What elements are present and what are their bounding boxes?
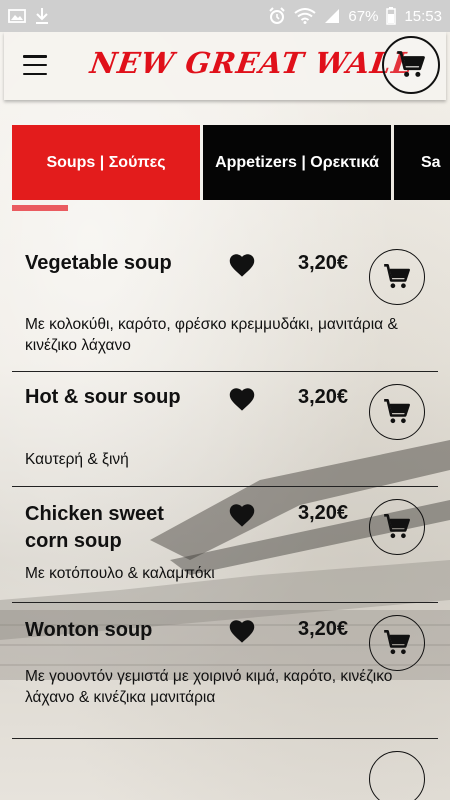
- cart-icon: [384, 264, 410, 289]
- menu-item-chicken-sweet-corn-soup[interactable]: Chicken sweet corn soup 3,20€ Με κοτόπου…: [12, 487, 438, 603]
- restaurant-logo: NEW GREAT WALL: [88, 46, 416, 80]
- wifi-icon: [294, 8, 317, 24]
- cart-icon: [397, 51, 425, 77]
- battery-icon: [386, 7, 397, 25]
- tab-salads[interactable]: Sa: [394, 125, 450, 200]
- menu-item-hot-sour-soup[interactable]: Hot & sour soup 3,20€ Καυτερή & ξινή: [12, 372, 438, 487]
- item-description: Με γουοντόν γεμιστά με χοιρινό κιμά, καρ…: [25, 668, 393, 706]
- favorite-heart-icon[interactable]: [228, 502, 256, 528]
- item-name-line-1: Chicken sweet: [25, 503, 164, 525]
- tab-appetizers[interactable]: Appetizers | Ορεκτικά: [203, 125, 391, 200]
- item-price: 3,20€: [298, 252, 349, 274]
- menu-item-partial[interactable]: [12, 739, 438, 800]
- item-price: 3,20€: [298, 386, 349, 408]
- add-to-cart-button[interactable]: [369, 384, 425, 440]
- hamburger-icon: [23, 55, 47, 58]
- image-notification-icon: [8, 9, 26, 23]
- add-to-cart-button[interactable]: [369, 751, 425, 800]
- app-header: NEW GREAT WALL: [4, 32, 446, 100]
- hamburger-icon-line: [23, 72, 47, 75]
- item-name: Wonton soup: [25, 619, 153, 641]
- item-name: Hot & sour soup: [25, 386, 181, 408]
- menu-item-wonton-soup[interactable]: Wonton soup 3,20€ Με γουοντόν γεμιστά με…: [12, 603, 438, 739]
- add-to-cart-button[interactable]: [369, 615, 425, 671]
- clock: 15:53: [404, 7, 442, 25]
- menu-item-list: Vegetable soup 3,20€ Με κολοκύθι, καρότο…: [12, 225, 438, 800]
- menu-item-vegetable-soup[interactable]: Vegetable soup 3,20€ Με κολοκύθι, καρότο…: [12, 225, 438, 372]
- hamburger-icon-line: [23, 63, 47, 67]
- download-notification-icon: [36, 8, 48, 24]
- status-bar: 67% 15:53: [0, 0, 450, 32]
- cart-icon: [384, 514, 410, 539]
- battery-percent: 67%: [348, 7, 379, 25]
- tab-soups[interactable]: Soups | Σούπες: [12, 125, 200, 200]
- cart-icon: [384, 630, 410, 655]
- item-price: 3,20€: [298, 502, 349, 524]
- active-tab-indicator: [12, 205, 68, 211]
- item-description: Με κολοκύθι, καρότο, φρέσκο κρεμμυδάκι, …: [25, 316, 398, 354]
- favorite-heart-icon[interactable]: [228, 618, 256, 644]
- hamburger-menu-button[interactable]: [20, 52, 50, 78]
- item-name: Chicken sweet corn soup: [25, 501, 164, 555]
- header-cart-button[interactable]: [382, 36, 440, 94]
- alarm-icon: [269, 7, 286, 24]
- signal-icon: [325, 9, 340, 23]
- add-to-cart-button[interactable]: [369, 499, 425, 555]
- category-tabs: Soups | Σούπες Appetizers | Ορεκτικά Sa: [12, 125, 450, 200]
- cart-icon: [384, 399, 410, 424]
- item-price: 3,20€: [298, 618, 349, 640]
- item-description: Καυτερή & ξινή: [25, 451, 129, 468]
- favorite-heart-icon[interactable]: [228, 252, 256, 278]
- item-name: Vegetable soup: [25, 252, 172, 274]
- favorite-heart-icon[interactable]: [228, 386, 256, 412]
- add-to-cart-button[interactable]: [369, 249, 425, 305]
- item-description: Με κοτόπουλο & καλαμπόκι: [25, 565, 215, 582]
- item-name-line-2: corn soup: [25, 530, 122, 552]
